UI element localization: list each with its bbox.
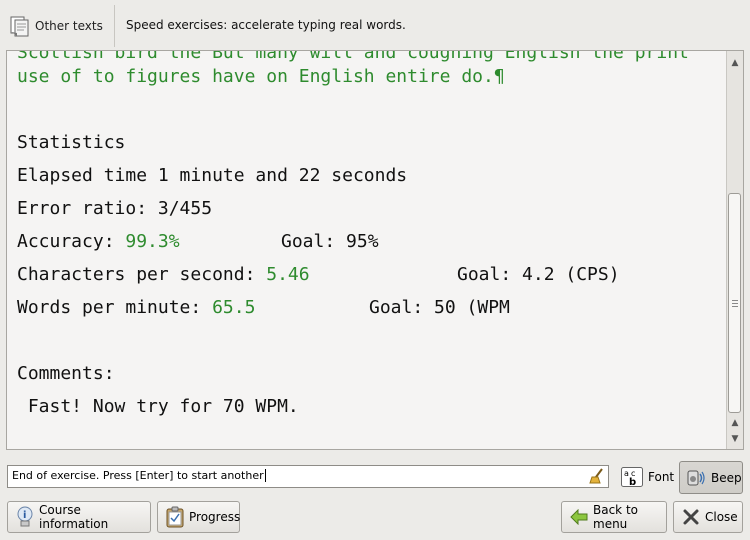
scroll-thumb[interactable] <box>728 193 741 413</box>
status-entry-text: End of exercise. Press [Enter] to start … <box>12 469 264 482</box>
font-icon: a c b <box>621 467 643 487</box>
scroll-up-arrow[interactable]: ▲ <box>729 57 741 69</box>
font-button[interactable]: a c b Font <box>616 462 676 492</box>
progress-label: Progress <box>189 510 241 524</box>
accuracy-goal: Goal: 95% <box>281 231 379 252</box>
error-ratio: Error ratio: 3/455 <box>17 198 213 219</box>
course-information-button[interactable]: i Course information <box>7 501 151 533</box>
progress-button[interactable]: Progress <box>157 501 240 533</box>
cps-value: 5.46 <box>266 264 310 285</box>
close-button-label: Close <box>705 510 738 524</box>
exercise-title: Speed exercises: accelerate typing real … <box>126 18 406 32</box>
cps-label: Characters per second: <box>17 264 267 285</box>
accuracy-value: 99.3% <box>125 231 180 252</box>
close-button[interactable]: Close <box>673 501 743 533</box>
cps-row: Characters per second: 5.46 <box>17 264 310 285</box>
exercise-line-end: use of to figures have on English entire… <box>17 66 505 87</box>
comments-heading: Comments: <box>17 363 115 384</box>
wpm-value: 65.5 <box>212 297 256 318</box>
other-texts-button[interactable]: Other texts <box>8 9 108 43</box>
exercise-line-partial: Scottish bird the But many will and coug… <box>17 51 689 63</box>
close-x-icon <box>683 509 699 525</box>
grip-line <box>732 300 738 301</box>
clipboard-icon <box>166 506 184 528</box>
documents-icon <box>10 16 29 37</box>
other-texts-label: Other texts <box>35 19 103 33</box>
status-entry[interactable]: End of exercise. Press [Enter] to start … <box>7 465 609 488</box>
vertical-scrollbar[interactable]: ▲ ▲ ▼ <box>726 51 743 449</box>
grip-line <box>732 306 738 307</box>
toolbar: Other texts Speed exercises: accelerate … <box>0 0 750 50</box>
speaker-icon <box>687 470 705 485</box>
beep-button-label: Beep <box>711 470 742 485</box>
course-information-label: Course information <box>39 503 109 531</box>
cps-goal: Goal: 4.2 (CPS) <box>457 264 620 285</box>
wpm-row: Words per minute: 65.5 <box>17 297 255 318</box>
scroll-down-arrow[interactable]: ▼ <box>729 433 741 445</box>
wpm-goal: Goal: 50 (WPM <box>369 297 510 318</box>
exercise-pane: Scottish bird the But many will and coug… <box>6 50 744 450</box>
back-to-menu-button[interactable]: Back to menu <box>561 501 667 533</box>
accuracy-label: Accuracy: <box>17 231 126 252</box>
broom-icon[interactable] <box>589 468 605 484</box>
toolbar-separator <box>114 5 115 47</box>
accuracy-row: Accuracy: 99.3% <box>17 231 180 252</box>
statistics-heading: Statistics <box>17 132 126 153</box>
font-button-label: Font <box>648 470 675 484</box>
wpm-label: Words per minute: <box>17 297 213 318</box>
svg-text:i: i <box>23 510 26 521</box>
scroll-up-arrow-lower[interactable]: ▲ <box>729 417 741 429</box>
svg-text:b: b <box>629 477 636 487</box>
text-cursor <box>264 469 266 482</box>
exercise-text-area[interactable]: Scottish bird the But many will and coug… <box>7 51 727 449</box>
elapsed-time: Elapsed time 1 minute and 22 seconds <box>17 165 408 186</box>
grip-line <box>732 303 738 304</box>
comments-text: Fast! Now try for 70 WPM. <box>17 396 299 417</box>
back-to-menu-label: Back to menu <box>593 503 638 531</box>
beep-toggle[interactable]: Beep <box>679 461 743 494</box>
info-bulb-icon: i <box>17 506 33 527</box>
back-arrow-icon <box>570 509 588 525</box>
